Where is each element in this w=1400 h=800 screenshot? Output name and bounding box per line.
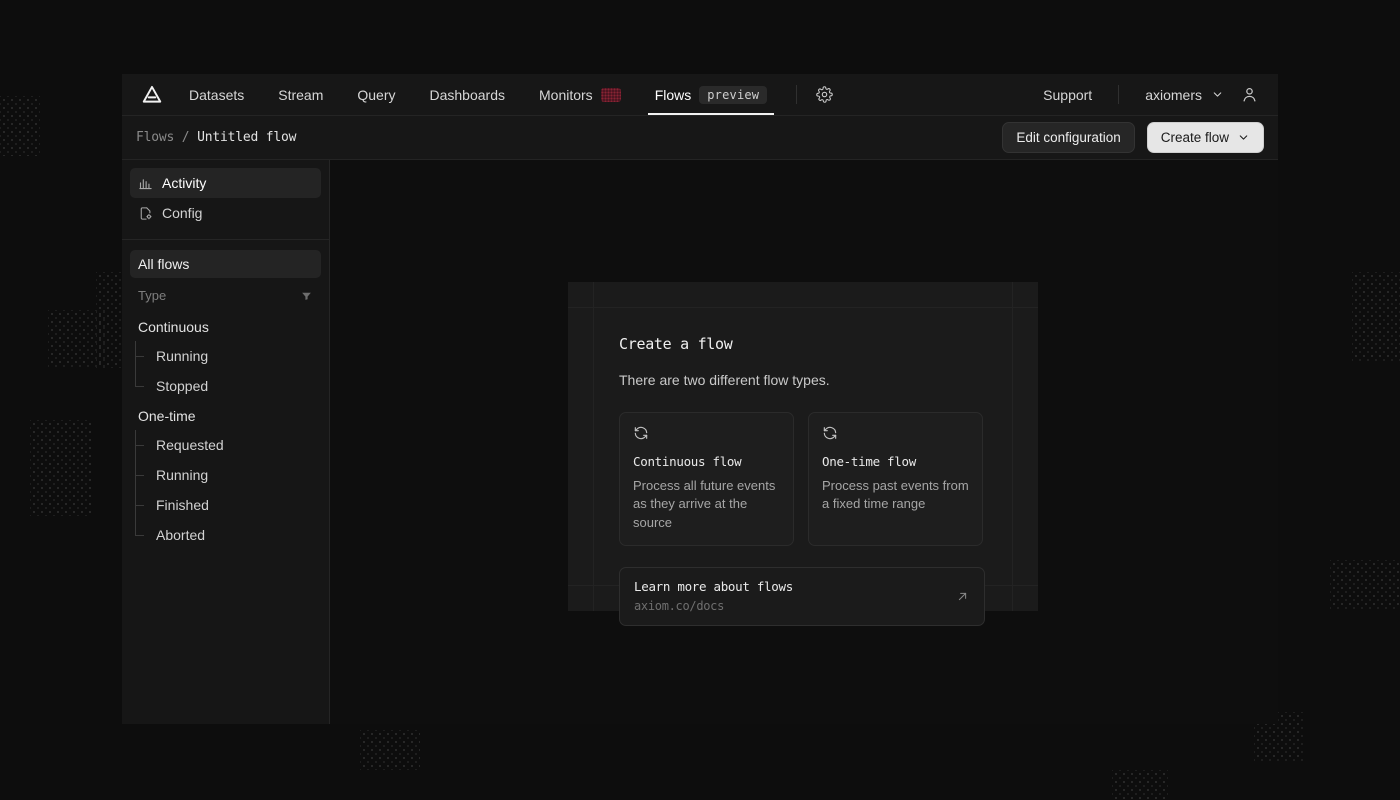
external-link-arrow-icon xyxy=(955,589,970,604)
refresh-cycle-icon xyxy=(633,425,780,441)
sidebar: Activity Config All flows xyxy=(122,160,330,724)
breadcrumb-bar: Flows / Untitled flow Edit configuration… xyxy=(122,116,1278,160)
breadcrumb-separator: / xyxy=(182,130,190,145)
card-description: Process past events from a fixed time ra… xyxy=(822,477,969,514)
page-subtitle: There are two different flow types. xyxy=(619,372,987,388)
tree-line xyxy=(135,430,149,460)
nav-item-label: Flows xyxy=(655,87,692,103)
card-title: Continuous flow xyxy=(633,454,780,469)
tree-item-label: Stopped xyxy=(156,378,208,394)
edit-configuration-button[interactable]: Edit configuration xyxy=(1002,122,1134,153)
tree-group-continuous: Continuous xyxy=(130,312,321,341)
learn-more-url: axiom.co/docs xyxy=(634,599,793,613)
tree-item-label: Finished xyxy=(156,497,209,513)
nav-item-label: Dashboards xyxy=(430,87,506,103)
axiom-logo[interactable] xyxy=(132,74,172,115)
chevron-down-icon xyxy=(1237,131,1250,144)
card-one-time-flow[interactable]: One-time flow Process past events from a… xyxy=(808,412,983,546)
tree-item-onetime-finished[interactable]: Finished xyxy=(130,490,321,520)
top-navigation-bar: Datasets Stream Query Dashboards Monitor… xyxy=(122,74,1278,116)
tree-item-label: Running xyxy=(156,467,208,483)
card-title: One-time flow xyxy=(822,454,969,469)
file-gear-icon xyxy=(138,206,153,221)
tree-item-continuous-running[interactable]: Running xyxy=(130,341,321,371)
card-description: Process all future events as they arrive… xyxy=(633,477,780,532)
background-pattern-block xyxy=(1112,770,1168,800)
nav-right-group: Support axiomers xyxy=(1029,74,1264,115)
tree-line xyxy=(135,520,149,550)
create-flow-label: Create flow xyxy=(1161,130,1229,145)
tree-item-label: Aborted xyxy=(156,527,205,543)
learn-more-link[interactable]: Learn more about flows axiom.co/docs xyxy=(619,567,985,626)
sidebar-item-label: Activity xyxy=(162,175,206,191)
nav-item-query[interactable]: Query xyxy=(340,74,412,115)
tree-item-label: Requested xyxy=(156,437,224,453)
nav-item-label: Datasets xyxy=(189,87,244,103)
sidebar-item-activity[interactable]: Activity xyxy=(130,168,321,198)
panel-guide-line xyxy=(1012,282,1013,611)
learn-more-title: Learn more about flows xyxy=(634,579,793,594)
nav-divider xyxy=(1118,85,1119,104)
background-pattern-block xyxy=(30,420,92,516)
nav-item-label: Query xyxy=(357,87,395,103)
tree-line xyxy=(135,490,149,520)
nav-item-datasets[interactable]: Datasets xyxy=(172,74,261,115)
support-link[interactable]: Support xyxy=(1029,87,1106,103)
tree-item-continuous-stopped[interactable]: Stopped xyxy=(130,371,321,401)
gear-icon[interactable] xyxy=(809,80,839,110)
tree-item-onetime-aborted[interactable]: Aborted xyxy=(130,520,321,550)
main-content: Create a flow There are two different fl… xyxy=(330,160,1278,724)
tree-line xyxy=(135,341,149,371)
bar-chart-icon xyxy=(138,176,153,191)
learn-more-text: Learn more about flows axiom.co/docs xyxy=(634,579,793,613)
sidebar-nav-group: Activity Config xyxy=(122,168,329,228)
page-title: Create a flow xyxy=(619,335,987,353)
background-pattern-block xyxy=(1352,272,1400,362)
nav-divider xyxy=(796,85,797,104)
card-continuous-flow[interactable]: Continuous flow Process all future event… xyxy=(619,412,794,546)
sidebar-item-label: Config xyxy=(162,205,202,221)
background-pattern-block xyxy=(1330,560,1400,610)
chevron-down-icon xyxy=(1211,88,1224,101)
flow-status-tree: Continuous Running Stopped One-time Requ… xyxy=(122,309,329,550)
org-name-label: axiomers xyxy=(1145,87,1202,103)
type-filter-label: Type xyxy=(138,288,166,303)
app-window: Datasets Stream Query Dashboards Monitor… xyxy=(122,74,1278,724)
user-icon[interactable] xyxy=(1234,80,1264,110)
panel-inner: Create a flow There are two different fl… xyxy=(594,308,1012,585)
tree-group-one-time: One-time xyxy=(130,401,321,430)
sidebar-item-all-flows[interactable]: All flows xyxy=(130,250,321,278)
filter-caret-icon xyxy=(300,289,313,302)
monitors-alert-badge xyxy=(601,88,621,102)
org-switcher[interactable]: axiomers xyxy=(1131,87,1234,103)
body-split: Activity Config All flows xyxy=(122,160,1278,724)
preview-badge: preview xyxy=(699,86,767,104)
background-pattern-block xyxy=(48,310,106,368)
nav-item-monitors[interactable]: Monitors xyxy=(522,74,638,115)
flow-type-cards: Continuous flow Process all future event… xyxy=(619,412,987,546)
sidebar-divider xyxy=(122,239,329,240)
nav-item-dashboards[interactable]: Dashboards xyxy=(413,74,523,115)
nav-item-label: Monitors xyxy=(539,87,593,103)
tree-item-onetime-requested[interactable]: Requested xyxy=(130,430,321,460)
breadcrumb: Flows / Untitled flow xyxy=(136,130,296,145)
tree-item-onetime-running[interactable]: Running xyxy=(130,460,321,490)
breadcrumb-root[interactable]: Flows xyxy=(136,130,174,145)
create-flow-button[interactable]: Create flow xyxy=(1147,122,1264,153)
sidebar-item-config[interactable]: Config xyxy=(130,198,321,228)
nav-left-group: Datasets Stream Query Dashboards Monitor… xyxy=(132,74,839,115)
background-pattern-block xyxy=(0,96,40,156)
breadcrumb-current: Untitled flow xyxy=(197,130,296,145)
nav-item-stream[interactable]: Stream xyxy=(261,74,340,115)
tree-item-label: Running xyxy=(156,348,208,364)
tree-line xyxy=(135,371,149,401)
tree-line xyxy=(135,460,149,490)
create-flow-panel: Create a flow There are two different fl… xyxy=(568,282,1038,611)
nav-item-label: Stream xyxy=(278,87,323,103)
background-pattern-block xyxy=(360,730,420,770)
refresh-cycle-icon xyxy=(822,425,969,441)
header-actions: Edit configuration Create flow xyxy=(1002,122,1264,153)
nav-item-flows[interactable]: Flows preview xyxy=(638,74,785,115)
type-filter[interactable]: Type xyxy=(130,281,321,309)
